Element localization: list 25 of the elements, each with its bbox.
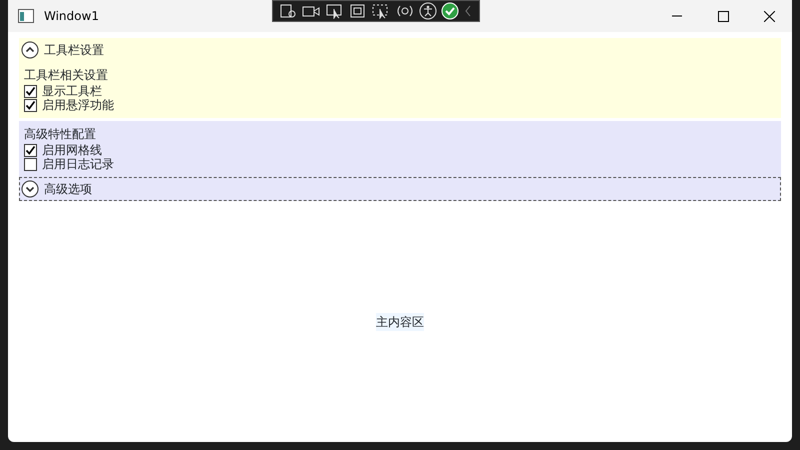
maximize-icon [718,10,728,22]
checkbox[interactable] [24,144,37,156]
collapse-icon[interactable] [463,4,473,18]
visual-tree-icon[interactable] [279,3,297,19]
close-icon [764,10,774,22]
checkbox-label[interactable]: 启用网格线 [42,143,102,157]
check-circle-icon[interactable] [441,2,459,20]
chevron-up-icon [21,41,39,59]
accessibility-icon[interactable] [419,2,437,20]
checkbox[interactable] [24,98,37,112]
binding-icon[interactable] [395,3,415,19]
window-title: Window1 [44,8,99,25]
app-icon [18,9,34,23]
expander-header[interactable]: 工具栏设置 [19,38,781,62]
adorner-icon[interactable] [349,3,367,19]
expander-header[interactable]: 高级选项 [19,177,781,201]
checkbox-label[interactable]: 显示工具栏 [42,84,102,98]
checkbox[interactable] [24,84,37,98]
checkbox-label[interactable]: 启用日志记录 [42,157,114,171]
main-content-text: 主内容区 [376,312,424,330]
checkbox-label[interactable]: 启用悬浮功能 [42,98,114,112]
checkbox[interactable] [24,158,37,170]
chevron-down-icon [21,180,39,198]
group-label: 工具栏相关设置 [24,67,109,84]
group-label: 高级特性配置 [24,126,97,143]
